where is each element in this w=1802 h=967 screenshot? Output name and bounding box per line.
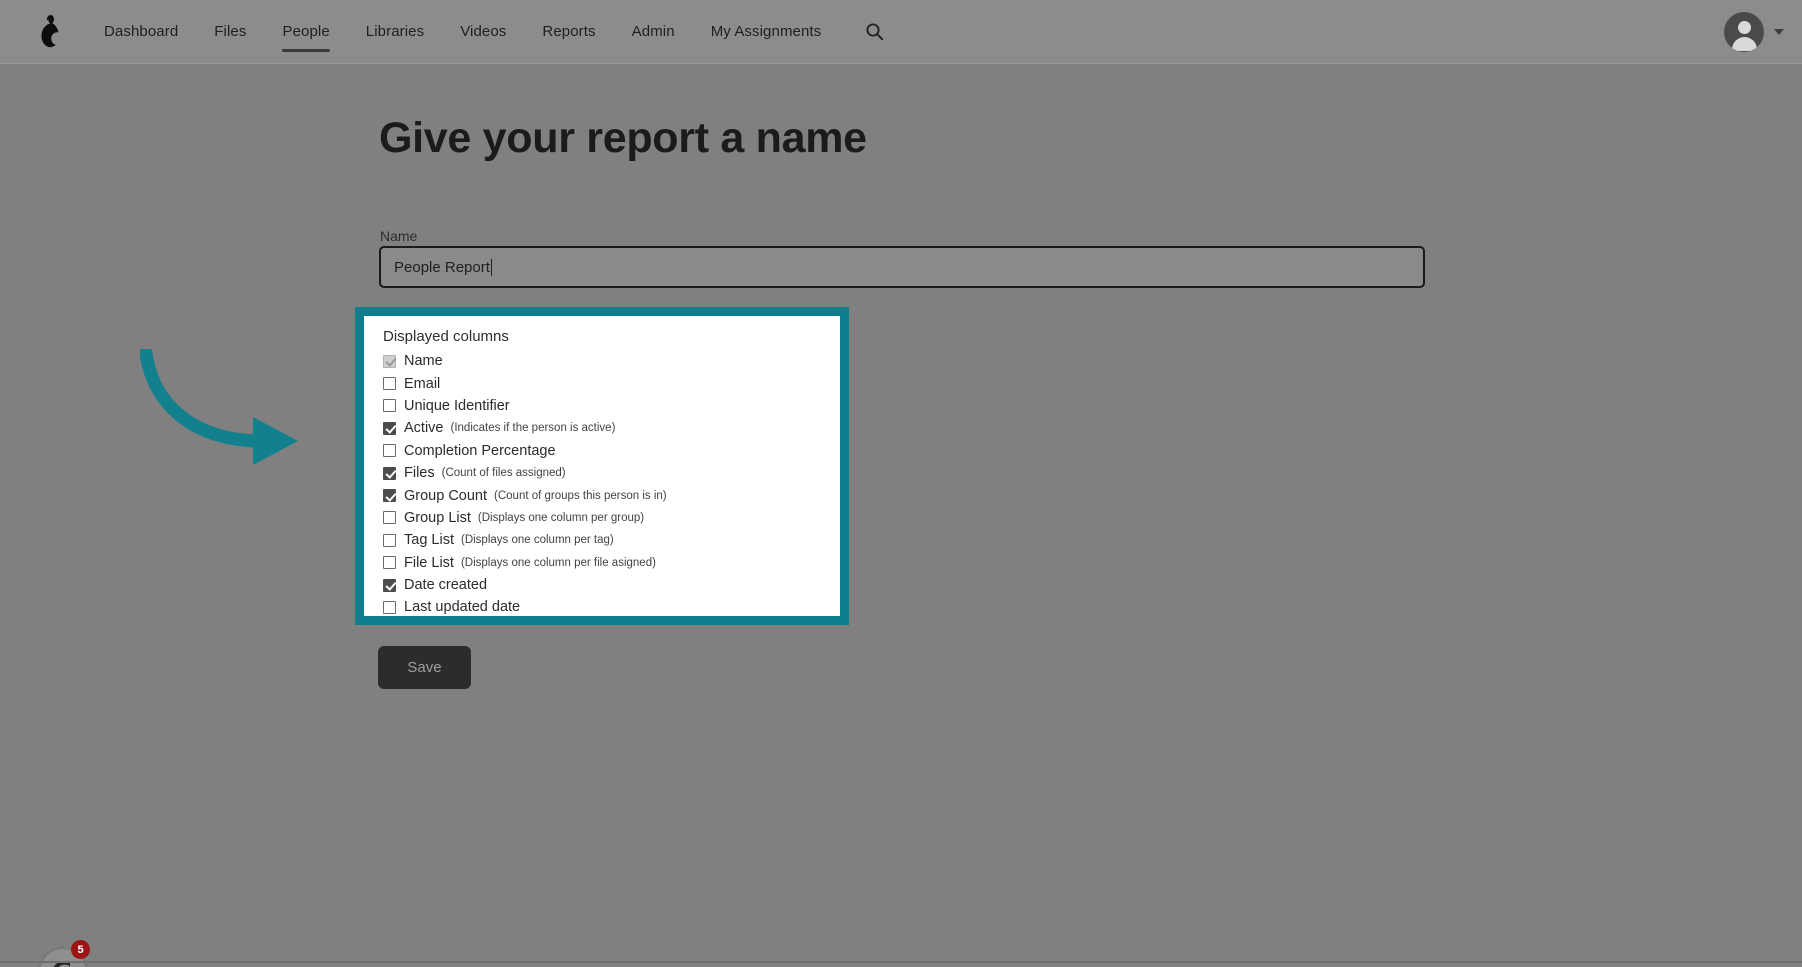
checkbox-files[interactable]: [383, 466, 396, 480]
column-option-group-list[interactable]: Group List (Displays one column per grou…: [364, 507, 840, 529]
checkbox-file-list[interactable]: [383, 556, 396, 570]
column-option-last-updated-date[interactable]: Last updated date: [364, 596, 840, 618]
column-option-name[interactable]: Name: [364, 350, 840, 372]
column-hint: (Displays one column per file asigned): [460, 556, 656, 569]
bottom-divider: [0, 961, 1802, 963]
column-label: Date created: [404, 577, 488, 594]
checkbox-active[interactable]: [383, 421, 396, 435]
nav-links: Dashboard Files People Libraries Videos …: [86, 0, 891, 64]
checkbox-tag-list[interactable]: [383, 533, 396, 547]
checkbox-name: [383, 354, 396, 368]
column-hint: (Indicates if the person is active): [450, 422, 616, 435]
annotation-arrow: [139, 346, 315, 469]
column-label: Email: [404, 375, 441, 392]
column-option-file-list[interactable]: File List (Displays one column per file …: [364, 552, 840, 574]
nav-item-reports[interactable]: Reports: [524, 0, 613, 64]
displayed-columns-panel: Displayed columns Name Email Unique Iden…: [364, 316, 840, 616]
checkbox-group-count[interactable]: [383, 489, 396, 503]
column-option-group-count[interactable]: Group Count (Count of groups this person…: [364, 484, 840, 506]
column-label: Files: [404, 465, 435, 482]
report-name-input[interactable]: People Report: [379, 246, 1425, 288]
nav-item-people[interactable]: People: [264, 0, 347, 64]
app-logo[interactable]: [0, 14, 86, 50]
nav-item-my-assignments[interactable]: My Assignments: [693, 0, 840, 64]
checkbox-last-updated-date[interactable]: [383, 600, 396, 614]
pear-logo-icon: [41, 14, 59, 47]
column-option-email[interactable]: Email: [364, 372, 840, 394]
nav-item-videos[interactable]: Videos: [442, 0, 524, 64]
column-label: Group Count: [404, 487, 488, 504]
column-label: Unique Identifier: [404, 397, 510, 414]
name-field-label: Name: [380, 228, 418, 244]
column-option-date-created[interactable]: Date created: [364, 574, 840, 596]
chat-widget-badge[interactable]: 5: [71, 940, 90, 959]
curved-arrow-icon: [139, 346, 298, 465]
account-area: [1724, 0, 1784, 64]
page-title: Give your report a name: [379, 114, 867, 162]
nav-item-admin[interactable]: Admin: [614, 0, 693, 64]
column-label: Last updated date: [404, 599, 521, 616]
displayed-columns-highlight: Displayed columns Name Email Unique Iden…: [355, 307, 849, 625]
column-label: Name: [404, 353, 443, 370]
column-label: Tag List: [404, 532, 454, 549]
chevron-down-icon[interactable]: [1774, 29, 1784, 35]
nav-item-files[interactable]: Files: [196, 0, 264, 64]
report-name-value: People Report: [394, 258, 490, 276]
column-option-tag-list[interactable]: Tag List (Displays one column per tag): [364, 529, 840, 551]
search-glyph: [866, 23, 883, 41]
column-label: Completion Percentage: [404, 442, 556, 459]
checkbox-date-created[interactable]: [383, 578, 396, 592]
column-option-unique-identifier[interactable]: Unique Identifier: [364, 395, 840, 417]
nav-item-libraries[interactable]: Libraries: [348, 0, 442, 64]
checkbox-group-list[interactable]: [383, 511, 396, 525]
nav-item-dashboard[interactable]: Dashboard: [86, 0, 196, 64]
column-label: Group List: [404, 509, 471, 526]
displayed-columns-title: Displayed columns: [383, 328, 509, 345]
column-hint: (Displays one column per tag): [460, 534, 614, 547]
checkbox-email[interactable]: [383, 377, 396, 391]
column-label: Active: [404, 420, 444, 437]
column-label: File List: [404, 554, 454, 571]
page-content: Give your report a name Name People Repo…: [0, 64, 1802, 967]
checkbox-unique-identifier[interactable]: [383, 399, 396, 413]
column-hint: (Displays one column per group): [477, 511, 645, 524]
column-hint: (Count of files assigned): [441, 467, 566, 480]
column-option-files[interactable]: Files (Count of files assigned): [364, 462, 840, 484]
top-navigation-bar: Dashboard Files People Libraries Videos …: [0, 0, 1802, 64]
save-button[interactable]: Save: [378, 646, 471, 689]
text-cursor: [490, 258, 492, 276]
column-option-active[interactable]: Active (Indicates if the person is activ…: [364, 417, 840, 439]
checkbox-completion-percentage[interactable]: [383, 444, 396, 458]
column-option-completion-percentage[interactable]: Completion Percentage: [364, 440, 840, 462]
column-hint: (Count of groups this person is in): [494, 489, 667, 502]
avatar[interactable]: [1724, 12, 1764, 52]
search-icon[interactable]: [857, 15, 891, 49]
